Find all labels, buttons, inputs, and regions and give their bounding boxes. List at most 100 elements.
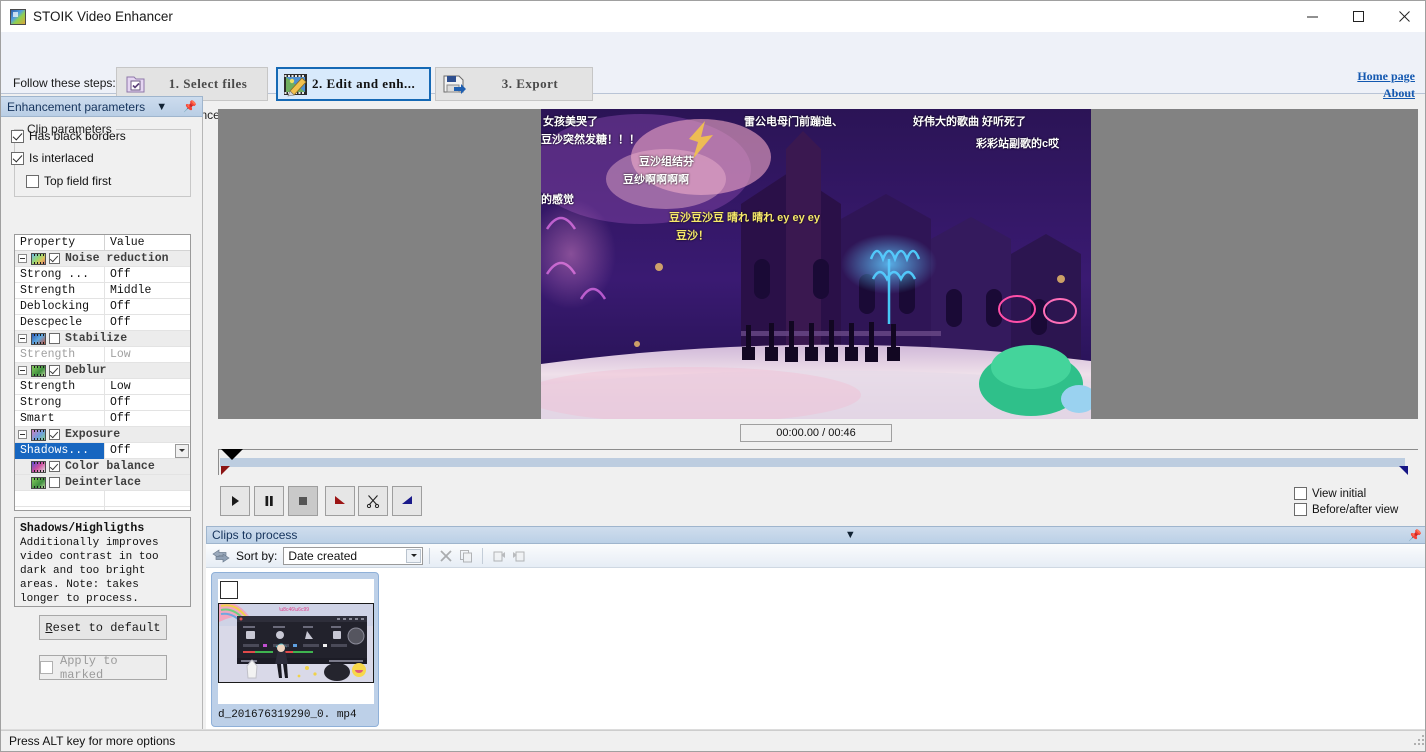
- group-checkbox[interactable]: [49, 253, 60, 264]
- play-button[interactable]: [220, 486, 250, 516]
- filmstrip-icon: [31, 476, 46, 489]
- property-value: Off: [110, 411, 131, 425]
- playhead-icon[interactable]: [221, 449, 243, 460]
- checkbox-top-field-first[interactable]: Top field first: [26, 174, 111, 188]
- video-preview-area[interactable]: 女孩美哭了 豆沙突然发糖！！！ 的感觉 豆沙组结芬 豆纱啊啊啊啊 雷公电母门前蹦…: [218, 109, 1418, 419]
- pause-button[interactable]: [254, 486, 284, 516]
- property-value: Off: [110, 395, 131, 409]
- chevron-down-icon[interactable]: ▼: [840, 529, 861, 541]
- mark-in-icon[interactable]: [221, 466, 230, 475]
- property-value: Off: [110, 315, 131, 329]
- window-title: STOIK Video Enhancer: [33, 9, 173, 24]
- group-label: Stabilize: [65, 331, 128, 345]
- checkbox-before-after-view[interactable]: Before/after view: [1294, 503, 1398, 516]
- danmaku-text: 的感觉: [541, 194, 574, 206]
- property-row-deblocking[interactable]: Deblocking Off: [15, 298, 190, 315]
- move-up-icon[interactable]: [489, 547, 509, 565]
- checkbox-view-initial[interactable]: View initial: [1294, 487, 1366, 500]
- mark-out-icon[interactable]: [1399, 466, 1408, 475]
- minimize-icon[interactable]: [1289, 1, 1335, 32]
- stop-button[interactable]: [288, 486, 318, 516]
- chevron-down-icon[interactable]: [406, 548, 422, 563]
- title-bar: STOIK Video Enhancer: [1, 1, 1425, 32]
- timeline-track[interactable]: [218, 449, 1418, 475]
- expander-icon[interactable]: [18, 334, 27, 343]
- property-row-shadows-highlights[interactable]: Shadows... Off: [15, 442, 190, 459]
- timeline-bar[interactable]: [220, 458, 1405, 467]
- window-controls: [1289, 1, 1425, 32]
- chevron-down-icon[interactable]: ▼: [151, 101, 172, 113]
- clip-checkbox[interactable]: [220, 581, 238, 599]
- property-label: Shadows...: [15, 442, 105, 459]
- apply-to-marked-button[interactable]: Apply to marked: [39, 653, 167, 682]
- expander-icon[interactable]: [18, 430, 27, 439]
- property-group-color-balance[interactable]: Color balance: [15, 459, 190, 475]
- film-pencil-icon: [282, 71, 310, 97]
- expander-icon[interactable]: [18, 254, 27, 263]
- about-link[interactable]: About: [1357, 85, 1415, 102]
- description-title: Shadows/Highligths: [20, 522, 145, 535]
- parameter-description: Shadows/Highligths Additionally improves…: [14, 517, 191, 607]
- expander-icon[interactable]: [18, 366, 27, 375]
- property-row-smart-deblur[interactable]: Smart Off: [15, 410, 190, 427]
- status-bar: Press ALT key for more options: [1, 730, 1425, 751]
- checkbox-is-interlaced[interactable]: Is interlaced: [11, 151, 94, 165]
- step-button-export[interactable]: 3. Export: [435, 67, 593, 101]
- group-label: Deinterlace: [65, 475, 141, 489]
- property-row-strong-noise[interactable]: Strong ... Off: [15, 266, 190, 283]
- play-icon: [232, 496, 239, 506]
- step-label-select-files: 1. Select files: [168, 76, 248, 91]
- checkbox-has-black-borders[interactable]: Has black borders: [11, 129, 126, 143]
- step-label-export: 3. Export: [501, 76, 559, 91]
- property-row-strength-deblur[interactable]: Strength Low: [15, 378, 190, 395]
- property-label: Descpecle: [15, 314, 105, 331]
- property-row-strength-noise[interactable]: Strength Middle: [15, 282, 190, 299]
- toolbar-separator: [429, 547, 431, 564]
- copy-icon[interactable]: [456, 547, 476, 565]
- move-down-icon[interactable]: [509, 547, 529, 565]
- status-message: Press ALT key for more options: [9, 734, 176, 748]
- close-icon[interactable]: [1381, 1, 1425, 32]
- property-row-descpecle[interactable]: Descpecle Off: [15, 314, 190, 331]
- reset-to-default-button[interactable]: Reset to default: [39, 615, 167, 640]
- apply-checkbox[interactable]: [40, 661, 53, 674]
- playback-time-label: 00:00.00 / 00:46: [740, 424, 892, 442]
- pin-icon[interactable]: 📌: [178, 100, 202, 113]
- filmstrip-icon: [31, 252, 46, 265]
- resize-grip-icon[interactable]: [1413, 734, 1425, 749]
- sort-by-select[interactable]: Date created: [283, 546, 424, 565]
- home-page-link[interactable]: Home page: [1357, 68, 1415, 85]
- property-group-deblur[interactable]: Deblur: [15, 363, 190, 379]
- property-row-strong-deblur[interactable]: Strong Off: [15, 394, 190, 411]
- property-group-exposure[interactable]: Exposure: [15, 427, 190, 443]
- steps-label: Follow these steps:: [13, 76, 116, 90]
- group-checkbox[interactable]: [49, 461, 60, 472]
- clip-item[interactable]: \u8c46\u6c99 d_201676319290_0. mp4: [211, 572, 379, 727]
- reset-label-rest: eset to default: [52, 620, 161, 635]
- checkbox-label: View initial: [1312, 487, 1367, 500]
- property-group-noise-reduction[interactable]: Noise reduction: [15, 251, 190, 267]
- pin-icon[interactable]: 📌: [1403, 529, 1425, 542]
- mark-out-icon: [402, 496, 412, 504]
- group-checkbox[interactable]: [49, 365, 60, 376]
- maximize-icon[interactable]: [1335, 1, 1381, 32]
- header-value: Value: [110, 236, 145, 249]
- step-button-edit-enhance[interactable]: 2. Edit and enh...: [276, 67, 431, 101]
- danmaku-text: 豆纱啊啊啊啊: [623, 174, 689, 186]
- danmaku-text: 好伟大的歌曲 好听死了: [913, 116, 1027, 128]
- clips-list[interactable]: \u8c46\u6c99 d_201676319290_0. mp4: [206, 567, 1425, 732]
- property-group-deinterlace[interactable]: Deinterlace: [15, 475, 190, 491]
- property-grid[interactable]: Property Value Noise reduction Strong ..…: [14, 234, 191, 511]
- group-checkbox[interactable]: [49, 333, 60, 344]
- apply-label: Apply to marked: [60, 653, 118, 682]
- group-checkbox[interactable]: [49, 429, 60, 440]
- cut-button[interactable]: [358, 486, 388, 516]
- group-checkbox[interactable]: [49, 477, 60, 488]
- property-group-stabilize[interactable]: Stabilize: [15, 331, 190, 347]
- set-mark-in-button[interactable]: [325, 486, 355, 516]
- set-mark-out-button[interactable]: [392, 486, 422, 516]
- checkbox-label: Is interlaced: [29, 151, 94, 165]
- chevron-down-icon[interactable]: [175, 443, 189, 458]
- delete-x-icon[interactable]: [436, 547, 456, 565]
- danmaku-text: 豆沙豆沙豆 晴れ 晴れ ey ey ey: [669, 212, 820, 224]
